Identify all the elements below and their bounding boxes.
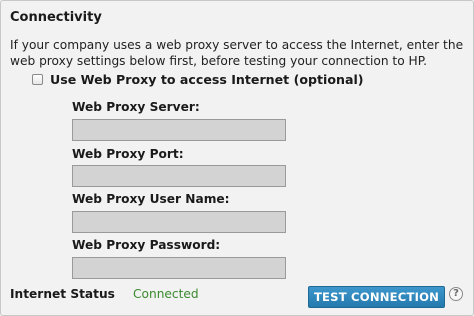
proxy-password-label: Web Proxy Password: bbox=[72, 238, 221, 252]
use-web-proxy-label[interactable]: Use Web Proxy to access Internet (option… bbox=[50, 72, 364, 87]
internet-status-label: Internet Status bbox=[10, 287, 115, 301]
help-icon[interactable]: ? bbox=[449, 287, 463, 301]
use-web-proxy-row[interactable]: Use Web Proxy to access Internet (option… bbox=[32, 71, 364, 87]
section-description: If your company uses a web proxy server … bbox=[10, 38, 464, 68]
proxy-username-label: Web Proxy User Name: bbox=[72, 192, 230, 206]
proxy-server-input[interactable] bbox=[72, 119, 286, 141]
proxy-username-input[interactable] bbox=[72, 211, 286, 233]
proxy-port-label: Web Proxy Port: bbox=[72, 147, 184, 161]
test-connection-button[interactable]: TEST CONNECTION bbox=[308, 286, 445, 308]
section-title: Connectivity bbox=[10, 10, 102, 25]
use-web-proxy-checkbox[interactable] bbox=[32, 73, 43, 85]
internet-status-value: Connected bbox=[133, 287, 199, 301]
proxy-port-input[interactable] bbox=[72, 165, 286, 187]
connectivity-panel: Connectivity If your company uses a web … bbox=[0, 0, 474, 316]
proxy-server-label: Web Proxy Server: bbox=[72, 100, 200, 114]
proxy-password-input[interactable] bbox=[72, 257, 286, 279]
